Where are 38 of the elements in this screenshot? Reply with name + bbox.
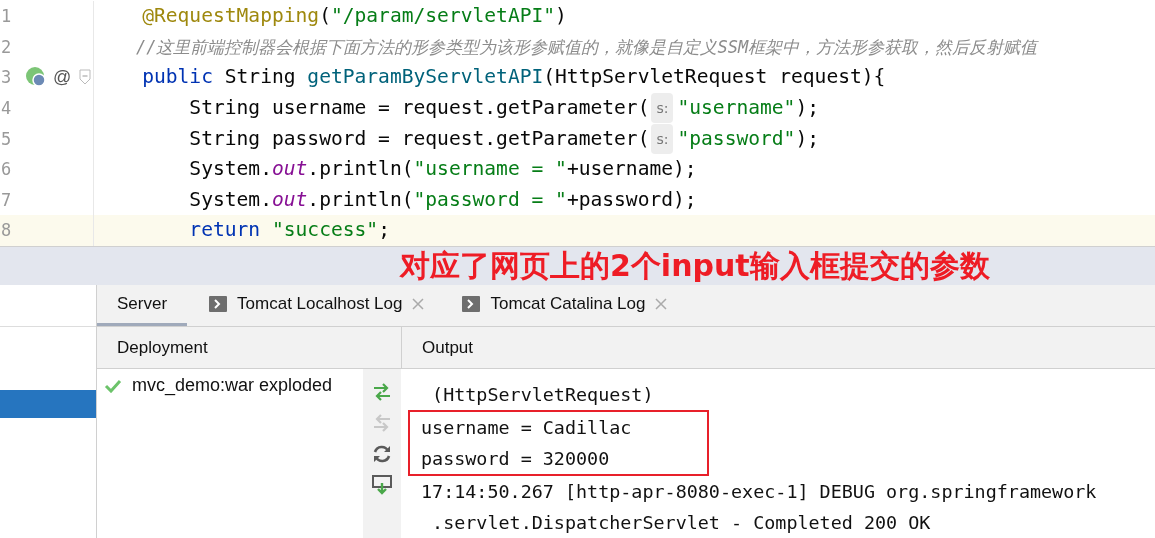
line-number: 6 xyxy=(1,159,13,180)
console-line: (HttpServletRequest) xyxy=(431,383,654,407)
close-icon[interactable] xyxy=(412,298,425,310)
line-number: 1 xyxy=(1,6,13,27)
code-line: @RequestMapping("/param/servletAPI") xyxy=(141,3,567,30)
tab-label: Tomcat Catalina Log xyxy=(490,294,646,314)
close-icon[interactable] xyxy=(655,298,668,310)
line-number: 5 xyxy=(1,128,13,149)
code-line: public String getParamByServletAPI(HttpServletRequest request){ xyxy=(141,64,886,91)
console-line: password = 320000 xyxy=(421,447,611,471)
console-line: 17:14:50.267 [http-apr-8080-exec-1] DEBUG org.springframework xyxy=(421,480,1097,504)
line-number: 8 xyxy=(1,220,13,241)
tab[interactable]: Tomcat Localhost Log xyxy=(189,285,443,326)
tab-label: Server xyxy=(117,294,168,314)
column-header: Output xyxy=(422,337,474,358)
fold-icon[interactable] xyxy=(79,69,91,86)
gutter-symbol[interactable]: @ xyxy=(53,67,72,88)
arrows-icon[interactable] xyxy=(371,381,393,403)
tab-label: Tomcat Localhost Log xyxy=(237,294,403,314)
code-line: //这里前端控制器会根据下面方法的形参类型为该形参赋值的，就像是自定义SSM框架中，方法形参获取，然后反射赋值 xyxy=(134,35,1038,59)
console-line: .servlet.DispatcherServlet - Completed 200 OK xyxy=(431,511,932,535)
code-line: String username = request.getParameter( s: "username"); xyxy=(94,93,819,124)
console-line: username = Cadillac xyxy=(421,416,633,440)
code-line: return "success"; xyxy=(188,217,390,244)
code-line: System.out.println("username = "+username); xyxy=(188,156,697,183)
column-header: Deployment xyxy=(117,337,208,358)
line-number: 2 xyxy=(1,36,13,57)
refresh-icon[interactable] xyxy=(371,443,393,465)
code-line: String password = request.getParameter( s: "password"); xyxy=(94,123,819,154)
deployment-item[interactable]: mvc_demo:war exploded xyxy=(132,375,333,396)
line-number: 3 xyxy=(1,67,13,88)
download-icon[interactable] xyxy=(371,474,393,496)
line-number: 4 xyxy=(1,98,13,119)
tab[interactable]: Tomcat Catalina Log xyxy=(442,285,686,326)
code-line: System.out.println("password = "+password); xyxy=(188,186,697,213)
web-endpoint-icon[interactable] xyxy=(25,66,47,89)
annotation-caption: 对应了网页上的2个input输入框提交的参数 xyxy=(400,246,990,285)
line-number: 7 xyxy=(1,189,13,210)
